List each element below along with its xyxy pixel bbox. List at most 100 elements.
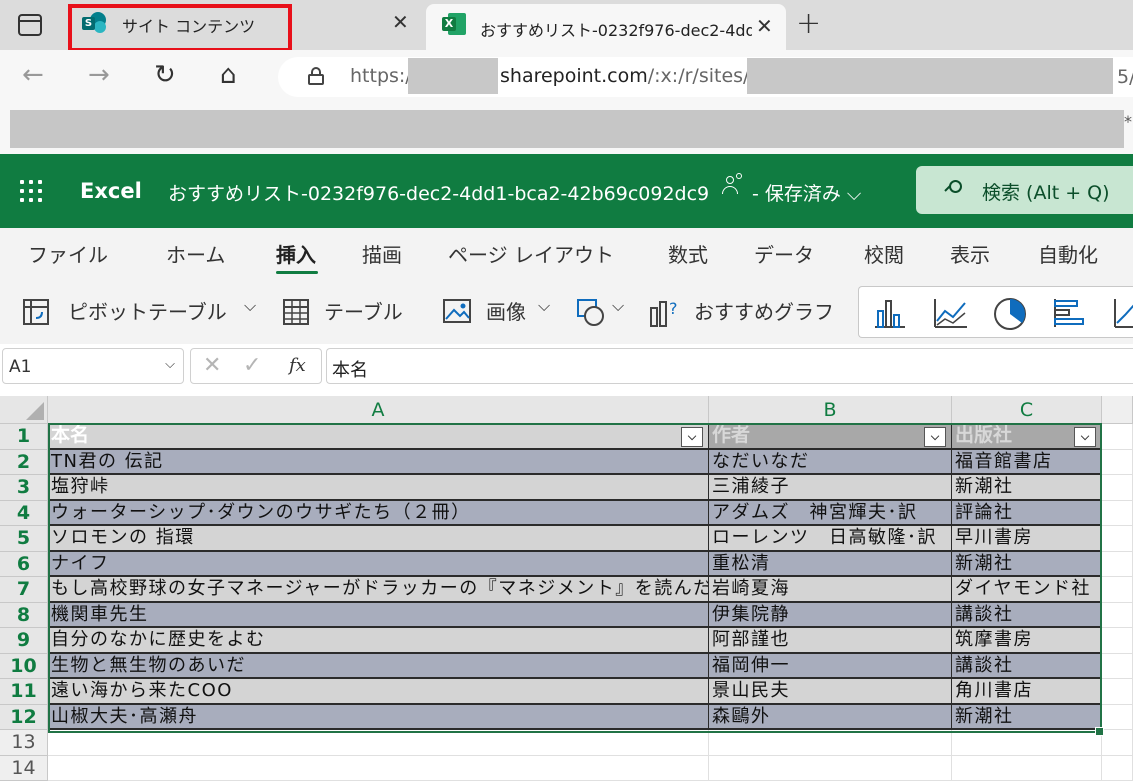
empty-cell[interactable] bbox=[1102, 679, 1133, 705]
tab-page-layout[interactable]: ページ レイアウト bbox=[448, 239, 614, 268]
table-cell[interactable]: 講談社 bbox=[952, 653, 1102, 679]
cancel-icon[interactable]: ✕ bbox=[203, 353, 221, 378]
table-cell[interactable]: 早川書房 bbox=[952, 526, 1102, 552]
empty-cell[interactable] bbox=[952, 730, 1102, 756]
row-header[interactable]: 14 bbox=[0, 755, 48, 781]
home-icon[interactable]: ⌂ bbox=[220, 60, 237, 90]
empty-cell[interactable] bbox=[709, 755, 952, 781]
table-header-cell[interactable]: 出版社 ⌵ bbox=[952, 424, 1102, 450]
table-cell[interactable]: 筑摩書房 bbox=[952, 628, 1102, 654]
close-icon[interactable]: ✕ bbox=[392, 10, 409, 34]
table-cell[interactable]: ウォーターシップ･ダウンのウサギたち（２冊） bbox=[48, 500, 709, 526]
tab-file[interactable]: ファイル bbox=[28, 239, 108, 268]
table-cell[interactable]: 評論社 bbox=[952, 500, 1102, 526]
table-button[interactable]: テーブル bbox=[324, 296, 403, 325]
row-header[interactable]: 1 bbox=[0, 424, 48, 450]
tab-view[interactable]: 表示 bbox=[950, 239, 990, 268]
formula-input[interactable]: 本名 bbox=[326, 348, 1133, 384]
document-title[interactable]: おすすめリスト-0232f976-dec2-4dd1-bca2-42b69c09… bbox=[168, 179, 709, 206]
column-chart-icon[interactable] bbox=[873, 297, 907, 329]
table-cell[interactable]: 機関車先生 bbox=[48, 602, 709, 628]
table-header-cell[interactable]: 作者 ⌵ bbox=[709, 424, 952, 450]
pivot-table-button[interactable]: ピボットテーブル bbox=[68, 296, 227, 325]
tab-excel-workbook[interactable]: X おすすめリスト-0232f976-dec2-4dd ✕ bbox=[426, 4, 786, 50]
select-all-button[interactable] bbox=[0, 396, 48, 424]
recommended-chart-button[interactable]: おすすめグラフ bbox=[694, 296, 834, 325]
bookmark-overflow[interactable]: * bbox=[1124, 112, 1132, 131]
empty-cell[interactable] bbox=[1102, 526, 1133, 552]
tab-automate[interactable]: 自動化 bbox=[1038, 239, 1098, 268]
table-cell[interactable]: 三浦綾子 bbox=[709, 475, 952, 501]
chevron-down-icon[interactable]: ⌵ bbox=[244, 296, 256, 316]
table-cell[interactable]: 阿部謹也 bbox=[709, 628, 952, 654]
table-cell[interactable]: 福岡伸一 bbox=[709, 653, 952, 679]
tab-actions-icon[interactable] bbox=[18, 14, 42, 36]
table-cell[interactable]: 講談社 bbox=[952, 602, 1102, 628]
empty-cell[interactable] bbox=[1102, 602, 1133, 628]
table-cell[interactable]: 角川書店 bbox=[952, 679, 1102, 705]
empty-cell[interactable] bbox=[1102, 755, 1133, 781]
table-cell[interactable]: 重松清 bbox=[709, 551, 952, 577]
empty-cell[interactable] bbox=[48, 755, 709, 781]
row-header[interactable]: 3 bbox=[0, 475, 48, 501]
pie-chart-icon[interactable] bbox=[993, 297, 1027, 331]
app-name[interactable]: Excel bbox=[80, 179, 142, 203]
empty-cell[interactable] bbox=[709, 730, 952, 756]
tab-home[interactable]: ホーム bbox=[166, 239, 225, 268]
close-icon[interactable]: ✕ bbox=[756, 14, 773, 38]
name-box[interactable]: A1 ⌵ bbox=[2, 348, 184, 384]
forward-icon[interactable]: → bbox=[88, 60, 110, 90]
app-launcher-icon[interactable] bbox=[20, 180, 42, 202]
table-cell[interactable]: TN君の 伝記 bbox=[48, 449, 709, 475]
row-header[interactable]: 8 bbox=[0, 602, 48, 628]
image-button[interactable]: 画像 bbox=[486, 296, 526, 325]
table-cell[interactable]: ダイヤモンド社 bbox=[952, 577, 1102, 603]
table-cell[interactable]: 新潮社 bbox=[952, 475, 1102, 501]
column-header-d[interactable] bbox=[1102, 396, 1133, 424]
table-cell[interactable]: 新潮社 bbox=[952, 704, 1102, 730]
empty-cell[interactable] bbox=[1102, 730, 1133, 756]
row-header[interactable]: 9 bbox=[0, 628, 48, 654]
chevron-down-icon[interactable]: ⌵ bbox=[165, 357, 175, 372]
table-cell[interactable]: 森鷗外 bbox=[709, 704, 952, 730]
tab-draw[interactable]: 描画 bbox=[362, 239, 402, 268]
table-cell[interactable]: 生物と無生物のあいだ bbox=[48, 653, 709, 679]
table-cell[interactable]: 自分のなかに歴史をよむ bbox=[48, 628, 709, 654]
tab-review[interactable]: 校閲 bbox=[864, 239, 904, 268]
table-cell[interactable]: 新潮社 bbox=[952, 551, 1102, 577]
row-header[interactable]: 2 bbox=[0, 449, 48, 475]
table-cell[interactable]: 景山民夫 bbox=[709, 679, 952, 705]
table-cell[interactable]: 伊集院静 bbox=[709, 602, 952, 628]
row-header[interactable]: 10 bbox=[0, 653, 48, 679]
table-cell[interactable]: もし高校野球の女子マネージャーがドラッカーの『マネジメント』を読んだら bbox=[48, 577, 709, 603]
insert-function-button[interactable]: fx bbox=[289, 355, 306, 376]
column-header-c[interactable]: C bbox=[952, 396, 1102, 424]
table-cell[interactable]: 山椒大夫･高瀬舟 bbox=[48, 704, 709, 730]
tab-insert[interactable]: 挿入 bbox=[276, 239, 316, 268]
empty-cell[interactable] bbox=[1102, 551, 1133, 577]
table-cell[interactable]: ローレンツ 日高敏隆･訳 bbox=[709, 526, 952, 552]
filter-dropdown-icon[interactable]: ⌵ bbox=[1074, 427, 1096, 447]
column-header-a[interactable]: A bbox=[48, 396, 709, 424]
search-box[interactable]: 検索 (Alt + Q) bbox=[916, 166, 1133, 214]
column-header-b[interactable]: B bbox=[709, 396, 952, 424]
reload-icon[interactable]: ↻ bbox=[154, 60, 176, 90]
table-cell[interactable]: 塩狩峠 bbox=[48, 475, 709, 501]
back-icon[interactable]: ← bbox=[22, 60, 44, 90]
table-cell[interactable]: 岩崎夏海 bbox=[709, 577, 952, 603]
row-header[interactable]: 11 bbox=[0, 679, 48, 705]
row-header[interactable]: 7 bbox=[0, 577, 48, 603]
row-header[interactable]: 4 bbox=[0, 500, 48, 526]
empty-cell[interactable] bbox=[1102, 577, 1133, 603]
empty-cell[interactable] bbox=[1102, 628, 1133, 654]
filter-dropdown-icon[interactable]: ⌵ bbox=[681, 427, 703, 447]
spreadsheet-grid[interactable]: A B C 1 本名 ⌵ 作者 ⌵ 出版社 ⌵ 2 TN君の 伝記 なだいなだ 福音館書店 3 塩狩峠三… bbox=[0, 396, 1133, 783]
line-chart-icon[interactable] bbox=[933, 297, 969, 329]
lock-icon[interactable] bbox=[308, 67, 324, 85]
chevron-down-icon[interactable]: ⌵ bbox=[538, 296, 550, 316]
row-header[interactable]: 13 bbox=[0, 730, 48, 756]
empty-cell[interactable] bbox=[1102, 500, 1133, 526]
fill-handle[interactable] bbox=[1095, 727, 1104, 736]
tab-formulas[interactable]: 数式 bbox=[668, 239, 708, 268]
table-cell[interactable]: ソロモンの 指環 bbox=[48, 526, 709, 552]
